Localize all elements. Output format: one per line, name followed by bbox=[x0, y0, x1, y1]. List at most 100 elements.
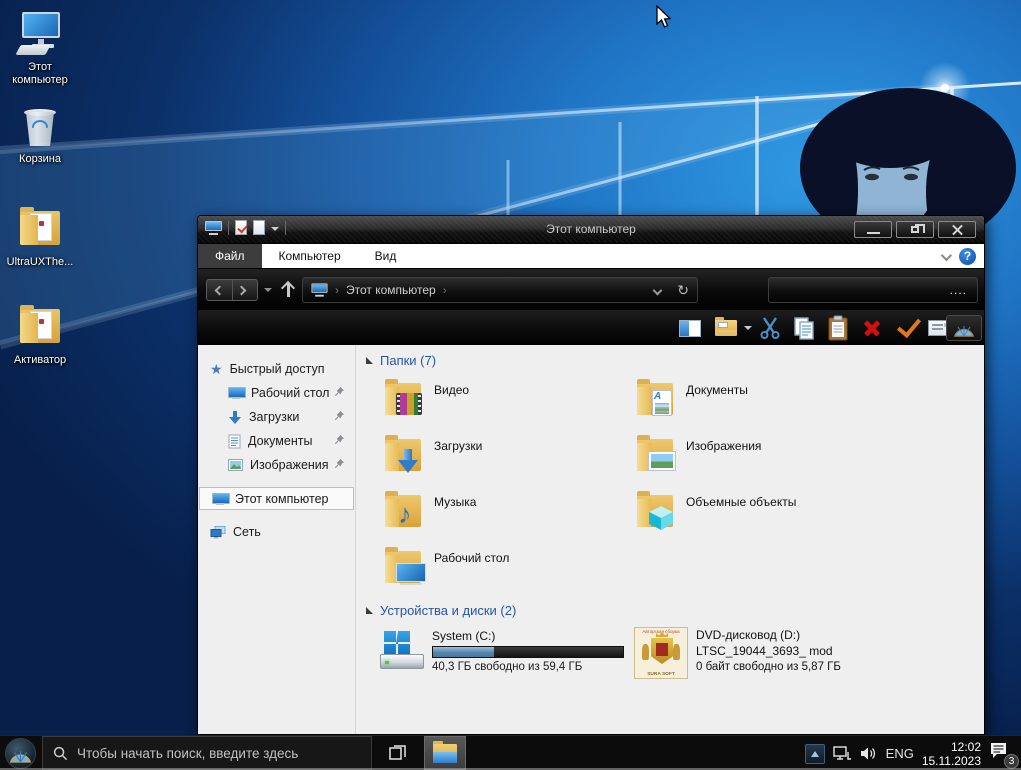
folder-tile-label: Загрузки bbox=[434, 439, 482, 487]
breadcrumb[interactable]: Этот компьютер bbox=[346, 283, 436, 297]
start-button[interactable] bbox=[5, 738, 36, 769]
folder-tile-pictures[interactable]: Изображения bbox=[636, 437, 876, 487]
new-folder-button[interactable] bbox=[712, 315, 740, 341]
volume-icon[interactable] bbox=[860, 746, 878, 761]
sidebar-item-downloads[interactable]: Загрузки bbox=[198, 405, 355, 429]
file-explorer-icon bbox=[433, 744, 457, 763]
file-explorer-taskbar-button[interactable] bbox=[424, 736, 466, 770]
drive-free-space: 40,3 ГБ свободно из 59,4 ГБ bbox=[432, 661, 624, 673]
sidebar-item-network[interactable]: Сеть bbox=[198, 520, 355, 544]
folder-tile-downloads[interactable]: Загрузки bbox=[384, 437, 624, 487]
document-icon bbox=[228, 434, 241, 449]
command-toolbar bbox=[198, 311, 984, 345]
folder-tile-label: Изображения bbox=[686, 439, 761, 487]
sidebar-item-documents[interactable]: Документы bbox=[198, 429, 355, 453]
breadcrumb-separator: › bbox=[335, 283, 339, 297]
forward-button[interactable] bbox=[232, 280, 258, 300]
music-folder-icon: ♪ bbox=[384, 493, 424, 531]
maximize-button[interactable] bbox=[896, 221, 934, 238]
desktop-icon-ultraux[interactable]: UltraUXThe... bbox=[1, 207, 79, 269]
recent-locations-icon[interactable] bbox=[264, 288, 272, 292]
desktop-icon-label: UltraUXThe... bbox=[1, 256, 79, 269]
ribbon-tab-bar: Файл Компьютер Вид ? bbox=[198, 244, 984, 269]
new-folder-dropdown-icon[interactable] bbox=[741, 315, 755, 341]
address-bar[interactable]: › Этот компьютер › ↻ bbox=[302, 277, 698, 303]
notification-center-button[interactable]: 3 bbox=[989, 741, 1015, 767]
pin-icon bbox=[334, 434, 345, 445]
tab-computer[interactable]: Компьютер bbox=[262, 244, 358, 268]
checkmark-icon bbox=[896, 321, 916, 335]
clock[interactable]: 12:02 15.11.2023 bbox=[922, 740, 981, 768]
folder-tile-label: Рабочий стол bbox=[434, 551, 509, 599]
close-button[interactable] bbox=[938, 221, 976, 238]
classic-shell-button[interactable] bbox=[946, 315, 982, 341]
clock-date: 15.11.2023 bbox=[922, 754, 981, 768]
sidebar-item-desktop[interactable]: Рабочий стол bbox=[198, 381, 355, 405]
group-header-label: Папки (7) bbox=[380, 353, 436, 368]
sidebar-item-label: Документы bbox=[248, 434, 312, 448]
drive-tile-dvd[interactable]: Авторская сборка SURA SOFT DVD-дисковод … bbox=[634, 627, 841, 679]
folder-tile-3d-objects[interactable]: Объемные объекты bbox=[636, 493, 876, 543]
sidebar-item-label: Быстрый доступ bbox=[230, 362, 325, 376]
network-tray-icon[interactable] bbox=[833, 746, 852, 762]
folder-tile-label: Видео bbox=[434, 383, 469, 431]
network-icon bbox=[210, 526, 226, 539]
explorer-search-box[interactable]: .... bbox=[768, 277, 978, 303]
navigation-pane: ★ Быстрый доступ Рабочий стол Загрузки Д… bbox=[198, 345, 356, 734]
paste-button[interactable] bbox=[824, 315, 852, 341]
taskbar-search[interactable] bbox=[42, 736, 372, 770]
preview-pane-button[interactable] bbox=[676, 315, 704, 341]
desktop-folder-icon bbox=[384, 549, 424, 587]
sidebar-item-quick-access[interactable]: ★ Быстрый доступ bbox=[198, 357, 355, 381]
back-button[interactable] bbox=[207, 280, 232, 300]
show-hidden-icons-button[interactable] bbox=[805, 744, 825, 764]
help-icon[interactable]: ? bbox=[959, 248, 976, 265]
breadcrumb-separator: › bbox=[443, 283, 447, 297]
refresh-icon[interactable]: ↻ bbox=[677, 282, 689, 299]
collapse-ribbon-icon[interactable] bbox=[941, 249, 952, 260]
group-header-folders[interactable]: Папки (7) bbox=[366, 353, 436, 368]
copy-button[interactable] bbox=[790, 315, 818, 341]
sidebar-item-label: Рабочий стол bbox=[251, 386, 329, 400]
sidebar-item-pictures[interactable]: Изображения bbox=[198, 453, 355, 477]
desktop-icon-label: Этот компьютер bbox=[1, 61, 79, 87]
nav-back-forward bbox=[206, 279, 258, 301]
minimize-button[interactable] bbox=[854, 221, 892, 238]
seashell-icon bbox=[952, 318, 976, 338]
desktop-icon-recycle-bin[interactable]: Корзина bbox=[1, 104, 79, 166]
folder-tile-desktop[interactable]: Рабочий стол bbox=[384, 549, 624, 599]
sidebar-item-this-pc[interactable]: Этот компьютер bbox=[199, 487, 354, 510]
desktop-icon-label: Активатор bbox=[1, 354, 79, 367]
folder-tile-documents[interactable]: Документы bbox=[636, 381, 876, 431]
tab-file[interactable]: Файл bbox=[198, 244, 262, 268]
navigation-bar: › Этот компьютер › ↻ .... bbox=[198, 269, 984, 311]
search-icon bbox=[53, 746, 68, 761]
desktop-icon-this-pc[interactable]: Этот компьютер bbox=[1, 12, 79, 87]
drive-tile-c[interactable]: System (C:) 40,3 ГБ свободно из 59,4 ГБ bbox=[380, 629, 624, 673]
delete-button[interactable] bbox=[858, 315, 886, 341]
folder-tile-music[interactable]: ♪ Музыка bbox=[384, 493, 624, 543]
search-dots: .... bbox=[950, 283, 967, 297]
scissors-icon bbox=[759, 316, 781, 340]
system-tray: ENG 12:02 15.11.2023 3 bbox=[805, 736, 1021, 770]
group-header-devices[interactable]: Устройства и диски (2) bbox=[366, 603, 516, 618]
window-controls bbox=[854, 221, 976, 238]
up-button[interactable] bbox=[278, 279, 298, 301]
folder-tile-video[interactable]: Видео bbox=[384, 381, 624, 431]
emblem-bottom-text: SURA SOFT bbox=[640, 672, 682, 677]
computer-icon bbox=[212, 493, 228, 505]
taskbar: ENG 12:02 15.11.2023 3 bbox=[0, 735, 1021, 770]
collapse-triangle-icon bbox=[366, 357, 373, 364]
copy-icon bbox=[792, 316, 816, 340]
delete-x-icon bbox=[862, 318, 882, 338]
address-dropdown-icon[interactable] bbox=[653, 285, 663, 295]
rename-button[interactable] bbox=[892, 315, 920, 341]
title-bar[interactable]: Этот компьютер bbox=[198, 216, 984, 244]
task-view-button[interactable] bbox=[380, 736, 416, 770]
tab-view[interactable]: Вид bbox=[358, 244, 414, 268]
desktop-icon-activator[interactable]: Активатор bbox=[1, 305, 79, 367]
language-indicator[interactable]: ENG bbox=[886, 746, 914, 761]
cut-button[interactable] bbox=[756, 315, 784, 341]
drive-name: DVD-дисковод (D:) bbox=[696, 627, 841, 643]
search-input[interactable] bbox=[77, 746, 361, 761]
